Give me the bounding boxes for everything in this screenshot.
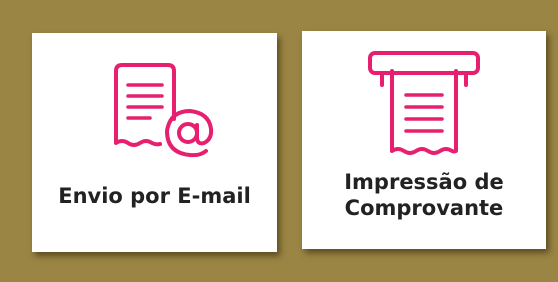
- receipt-email-icon: [112, 61, 218, 161]
- email-receipt-button[interactable]: Envio por E-mail: [32, 33, 277, 252]
- print-receipt-label-line2: Comprovante: [344, 196, 504, 220]
- email-receipt-label: Envio por E-mail: [58, 184, 251, 208]
- print-receipt-button[interactable]: Impressão de Comprovante: [302, 31, 546, 249]
- receipt-printer-icon: [366, 49, 482, 161]
- print-receipt-label-line1: Impressão de: [344, 170, 504, 194]
- print-receipt-label: Impressão de Comprovante: [302, 169, 546, 221]
